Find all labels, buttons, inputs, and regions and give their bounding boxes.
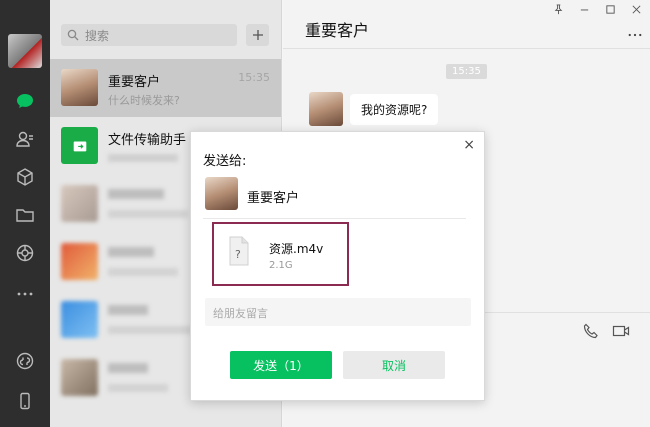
favorites-icon[interactable] (13, 165, 37, 189)
avatar (61, 69, 98, 106)
chat-name-redacted (108, 189, 164, 199)
avatar (61, 301, 98, 338)
search-input[interactable]: 搜索 (61, 24, 237, 46)
file-size: 2.1G (269, 260, 293, 271)
chat-title: 重要客户 (305, 21, 370, 40)
call-icons (582, 322, 630, 340)
chat-preview-redacted (108, 268, 178, 276)
cancel-button[interactable]: 取消 (343, 351, 445, 379)
chat-preview: 什么时候发来? (108, 94, 180, 107)
avatar (61, 185, 98, 222)
minimize-icon[interactable] (578, 4, 590, 18)
close-icon[interactable] (630, 4, 642, 18)
close-icon[interactable]: × (463, 137, 475, 153)
send-button[interactable]: 发送（1） (230, 351, 332, 379)
avatar[interactable] (309, 92, 343, 126)
file-type-glyph: ? (235, 248, 241, 261)
chat-preview-redacted (108, 210, 188, 218)
message-timestamp: 15:35 (446, 64, 487, 79)
left-nav (0, 0, 50, 427)
send-to-dialog: 发送给: × 重要客户 ? 资源.m4v 2.1G 给朋友留言 发送（1） 取消 (190, 131, 485, 401)
moments-icon[interactable] (13, 241, 37, 265)
search-icon (67, 29, 79, 41)
message-bubble: 我的资源呢? (350, 94, 439, 125)
contacts-icon[interactable] (13, 127, 37, 151)
window-controls (552, 4, 642, 18)
avatar (61, 359, 98, 396)
message-input-placeholder: 给朋友留言 (213, 307, 268, 320)
avatar (61, 243, 98, 280)
chat-preview-redacted (108, 154, 178, 162)
chat-time: 15:35 (238, 71, 270, 84)
chat-item-important-client[interactable]: 重要客户 什么时候发来? 15:35 (50, 59, 281, 117)
avatar[interactable] (8, 34, 42, 68)
miniprogram-icon[interactable] (13, 349, 37, 373)
recipient-name: 重要客户 (247, 191, 300, 206)
plus-icon (252, 30, 263, 40)
more-options-icon[interactable] (628, 26, 642, 42)
chat-name-redacted (108, 305, 148, 315)
more-icon[interactable] (13, 282, 37, 306)
chat-name-redacted (108, 247, 154, 257)
video-call-icon[interactable] (612, 322, 630, 340)
file-card[interactable]: ? 资源.m4v 2.1G (212, 222, 349, 286)
search-placeholder: 搜索 (85, 28, 110, 43)
add-button[interactable] (246, 24, 269, 46)
pin-icon[interactable] (552, 4, 564, 18)
folder-icon[interactable] (13, 203, 37, 227)
chat-name-redacted (108, 363, 148, 373)
chat-preview-redacted (108, 326, 192, 334)
voice-call-icon[interactable] (582, 322, 600, 340)
phone-icon[interactable] (13, 389, 37, 413)
chat-preview-redacted (108, 384, 168, 392)
chat-name: 文件传输助手 (108, 133, 187, 148)
message-input[interactable]: 给朋友留言 (205, 298, 471, 326)
avatar (205, 177, 238, 210)
chat-icon[interactable] (13, 89, 37, 113)
maximize-icon[interactable] (604, 4, 616, 18)
chat-name: 重要客户 (108, 75, 161, 90)
dialog-title: 发送给: (203, 154, 247, 169)
divider (283, 48, 650, 49)
file-name: 资源.m4v (269, 242, 324, 256)
divider (203, 218, 466, 219)
file-transfer-icon (61, 127, 98, 164)
